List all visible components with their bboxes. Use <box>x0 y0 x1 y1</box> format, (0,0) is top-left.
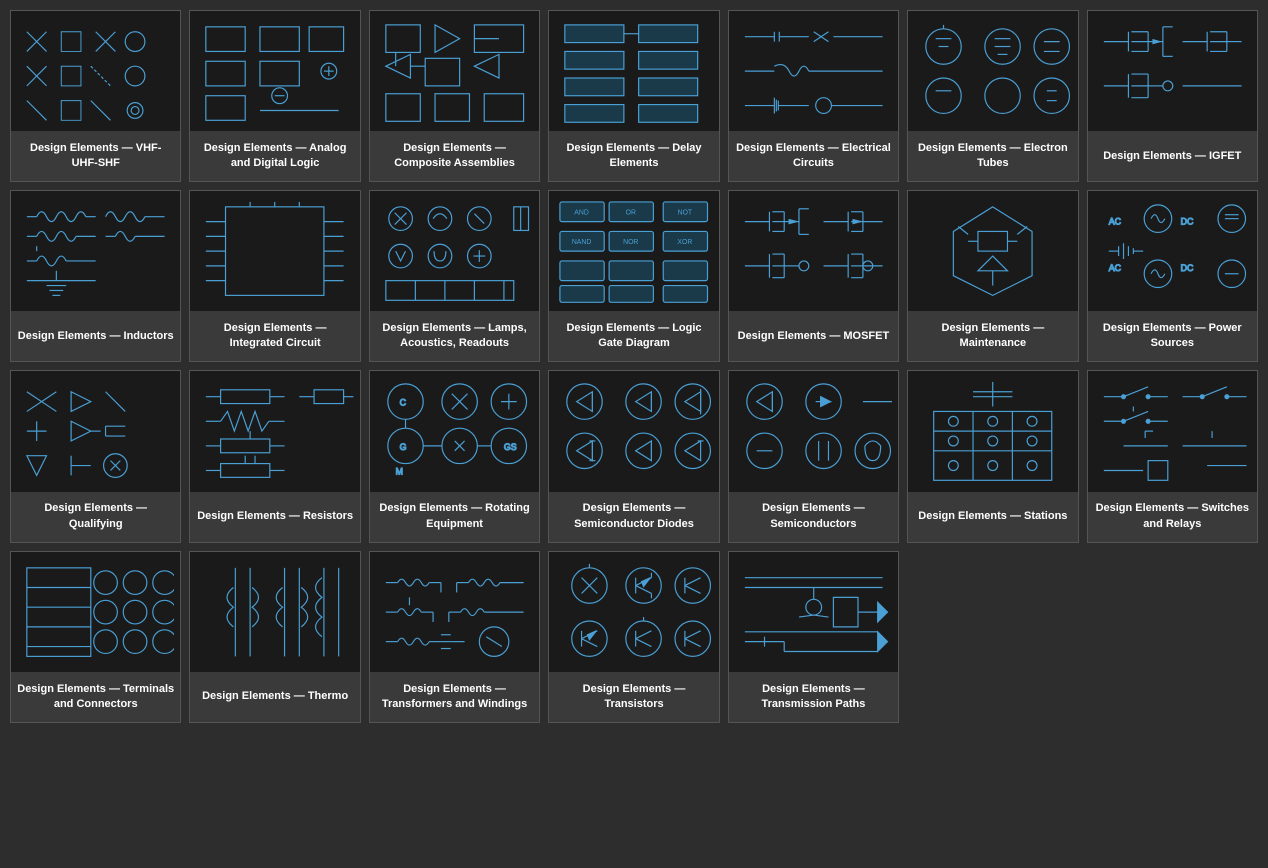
card-semiconductors[interactable]: Design Elements — Semiconductors <box>728 370 899 542</box>
card-inductors[interactable]: Design Elements — Inductors <box>10 190 181 362</box>
card-label-resistors: Design Elements — Resistors <box>190 492 359 542</box>
card-label-ic: Design Elements — Integrated Circuit <box>190 311 359 361</box>
svg-text:NAND: NAND <box>572 239 592 246</box>
svg-text:GS: GS <box>504 442 517 452</box>
card-semiconductor-diodes[interactable]: Design Elements — Semiconductor Diodes <box>548 370 719 542</box>
card-label-logic-gate: Design Elements — Logic Gate Diagram <box>549 311 718 361</box>
card-maintenance[interactable]: Design Elements — Maintenance <box>907 190 1078 362</box>
card-power-sources[interactable]: AC DC AC DC <box>1087 190 1258 362</box>
card-label-analog: Design Elements — Analog and Digital Log… <box>190 131 359 181</box>
svg-text:XOR: XOR <box>678 239 693 246</box>
card-label-terminals: Design Elements — Terminals and Connecto… <box>11 672 180 722</box>
card-stations[interactable]: Design Elements — Stations <box>907 370 1078 542</box>
card-rotating-equipment[interactable]: C G GS M <box>369 370 540 542</box>
svg-text:AC: AC <box>1108 263 1121 273</box>
card-resistors[interactable]: Design Elements — Resistors <box>189 370 360 542</box>
card-qualifying[interactable]: Design Elements — Qualifying <box>10 370 181 542</box>
card-terminals-connectors[interactable]: Design Elements — Terminals and Connecto… <box>10 551 181 723</box>
card-label-semiconductors: Design Elements — Semiconductors <box>729 492 898 542</box>
card-label-maintenance: Design Elements — Maintenance <box>908 311 1077 361</box>
svg-text:DC: DC <box>1180 263 1193 273</box>
card-label-electron: Design Elements — Electron Tubes <box>908 131 1077 181</box>
card-electrical-circuits[interactable]: Design Elements — Electrical Circuits <box>728 10 899 182</box>
card-label-mosfet: Design Elements — MOSFET <box>729 311 898 361</box>
card-composite[interactable]: Design Elements — Composite Assemblies <box>369 10 540 182</box>
card-vhf-uhf-shf[interactable]: Design Elements — VHF-UHF-SHF <box>10 10 181 182</box>
svg-text:AC: AC <box>1108 217 1121 227</box>
svg-text:M: M <box>396 467 403 477</box>
svg-text:G: G <box>399 442 406 452</box>
card-label-transistors: Design Elements — Transistors <box>549 672 718 722</box>
svg-text:NOT: NOT <box>678 210 693 217</box>
card-label-stations: Design Elements — Stations <box>908 492 1077 542</box>
card-label-transmission: Design Elements — Transmission Paths <box>729 672 898 722</box>
card-label-thermo: Design Elements — Thermo <box>190 672 359 722</box>
card-integrated-circuit[interactable]: Design Elements — Integrated Circuit <box>189 190 360 362</box>
card-igfet[interactable]: Design Elements — IGFET <box>1087 10 1258 182</box>
card-label-igfet: Design Elements — IGFET <box>1088 131 1257 181</box>
card-label-switches: Design Elements — Switches and Relays <box>1088 492 1257 542</box>
card-lamps-acoustics[interactable]: Design Elements — Lamps, Acoustics, Read… <box>369 190 540 362</box>
card-label-delay: Design Elements — Delay Elements <box>549 131 718 181</box>
svg-text:OR: OR <box>626 210 636 217</box>
card-label-transformers: Design Elements — Transformers and Windi… <box>370 672 539 722</box>
svg-text:NOR: NOR <box>623 239 638 246</box>
card-transistors[interactable]: Design Elements — Transistors <box>548 551 719 723</box>
card-switches-relays[interactable]: Design Elements — Switches and Relays <box>1087 370 1258 542</box>
svg-text:DC: DC <box>1180 217 1193 227</box>
card-label-electrical: Design Elements — Electrical Circuits <box>729 131 898 181</box>
card-label-semiconductor-diodes: Design Elements — Semiconductor Diodes <box>549 492 718 542</box>
card-thermo[interactable]: Design Elements — Thermo <box>189 551 360 723</box>
card-mosfet[interactable]: Design Elements — MOSFET <box>728 190 899 362</box>
svg-text:AND: AND <box>575 210 590 217</box>
card-delay[interactable]: Design Elements — Delay Elements <box>548 10 719 182</box>
card-logic-gate[interactable]: AND OR NOT NAND NOR XOR Design Elements … <box>548 190 719 362</box>
card-grid: Design Elements — VHF-UHF-SHF <box>10 10 1258 723</box>
card-label-inductors: Design Elements — Inductors <box>11 311 180 361</box>
card-label-vhf: Design Elements — VHF-UHF-SHF <box>11 131 180 181</box>
card-transformers-windings[interactable]: Design Elements — Transformers and Windi… <box>369 551 540 723</box>
svg-text:C: C <box>399 398 406 408</box>
card-label-power: Design Elements — Power Sources <box>1088 311 1257 361</box>
card-electron-tubes[interactable]: Design Elements — Electron Tubes <box>907 10 1078 182</box>
card-transmission-paths[interactable]: Design Elements — Transmission Paths <box>728 551 899 723</box>
card-label-lamps: Design Elements — Lamps, Acoustics, Read… <box>370 311 539 361</box>
card-label-rotating: Design Elements — Rotating Equipment <box>370 492 539 542</box>
card-analog-digital[interactable]: Design Elements — Analog and Digital Log… <box>189 10 360 182</box>
card-label-composite: Design Elements — Composite Assemblies <box>370 131 539 181</box>
card-label-qualifying: Design Elements — Qualifying <box>11 492 180 542</box>
